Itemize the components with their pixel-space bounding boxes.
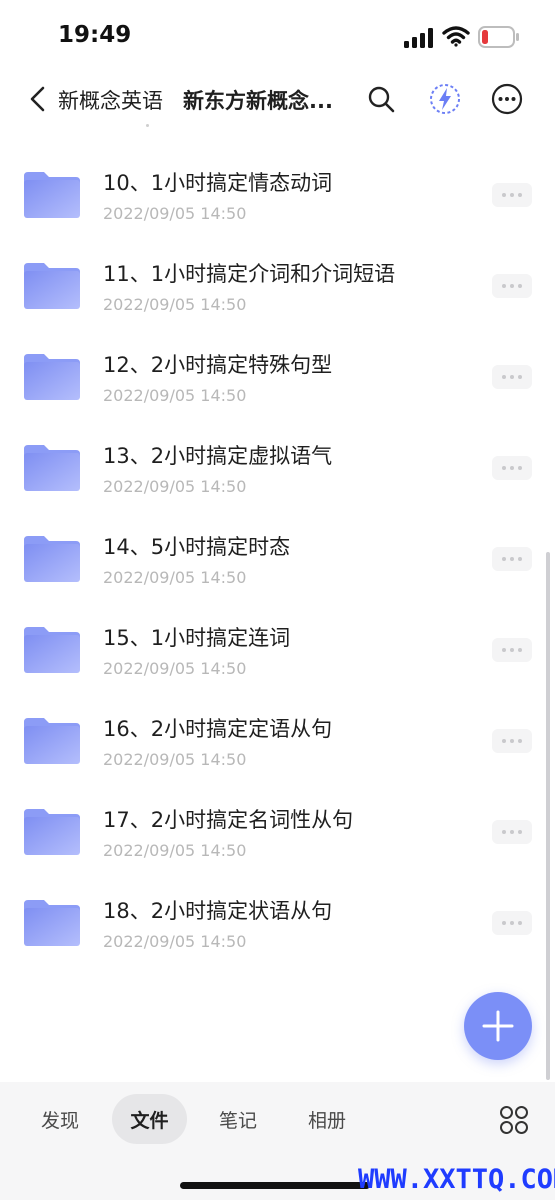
dot-icon [510,921,514,925]
dot-icon [510,830,514,834]
file-date: 2022/09/05 14:50 [103,841,247,860]
search-icon[interactable] [366,84,398,116]
folder-icon [24,900,80,946]
file-name: 15、1小时搞定连词 [103,626,291,650]
plus-icon [482,1010,514,1042]
file-date: 2022/09/05 14:50 [103,932,247,951]
status-time: 19:49 [58,22,132,48]
dot-icon [502,375,506,379]
dot-icon [502,739,506,743]
dot-icon [510,648,514,652]
file-name: 13、2小时搞定虚拟语气 [103,444,333,468]
file-date: 2022/09/05 14:50 [103,204,247,223]
folder-icon [24,445,80,491]
file-name: 10、1小时搞定情态动词 [103,171,333,195]
row-more-button[interactable] [492,820,532,844]
wifi-icon [442,26,470,47]
status-bar: 19:49 [0,0,555,70]
dot-icon [502,284,506,288]
file-name: 12、2小时搞定特殊句型 [103,353,333,377]
tab-album[interactable]: 相册 [289,1094,365,1144]
list-item[interactable]: 18、2小时搞定状语从句 2022/09/05 14:50 [0,878,555,969]
dot-icon [510,739,514,743]
apps-grid-icon[interactable] [499,1105,529,1135]
list-item[interactable]: 15、1小时搞定连词 2022/09/05 14:50 [0,605,555,696]
dot-icon [510,193,514,197]
file-name: 11、1小时搞定介词和介词短语 [103,262,396,286]
row-more-button[interactable] [492,365,532,389]
tab-notes[interactable]: 笔记 [200,1094,276,1144]
folder-icon [24,354,80,400]
dot-icon [518,648,522,652]
watermark: WWW.XXTTQ.COM [358,1164,555,1195]
scroll-hint-dot [146,124,149,127]
row-more-button[interactable] [492,638,532,662]
list-item[interactable]: 16、2小时搞定定语从句 2022/09/05 14:50 [0,696,555,787]
row-more-button[interactable] [492,274,532,298]
dot-icon [510,557,514,561]
dot-icon [518,921,522,925]
dot-icon [518,193,522,197]
row-more-button[interactable] [492,729,532,753]
row-more-button[interactable] [492,547,532,571]
file-date: 2022/09/05 14:50 [103,750,247,769]
list-item[interactable]: 12、2小时搞定特殊句型 2022/09/05 14:50 [0,332,555,423]
dot-icon [518,739,522,743]
list-item[interactable]: 13、2小时搞定虚拟语气 2022/09/05 14:50 [0,423,555,514]
file-list: 10、1小时搞定情态动词 2022/09/05 14:50 11、1小时搞定介词… [0,150,555,969]
file-date: 2022/09/05 14:50 [103,477,247,496]
dot-icon [502,830,506,834]
scrollbar[interactable] [546,552,550,1080]
dot-icon [502,648,506,652]
dot-icon [518,557,522,561]
file-date: 2022/09/05 14:50 [103,568,247,587]
row-more-button[interactable] [492,911,532,935]
battery-icon [478,26,519,48]
dot-icon [510,284,514,288]
header-bar: 新概念英语 新东方新概念... [0,70,555,130]
dot-icon [518,830,522,834]
list-item[interactable]: 10、1小时搞定情态动词 2022/09/05 14:50 [0,150,555,241]
breadcrumb-parent-folder[interactable]: 新概念英语 [58,85,163,115]
dot-icon [502,557,506,561]
breadcrumb-current-folder: 新东方新概念... [183,89,333,113]
folder-icon [24,809,80,855]
file-date: 2022/09/05 14:50 [103,659,247,678]
row-more-button[interactable] [492,456,532,480]
dot-icon [510,466,514,470]
file-name: 17、2小时搞定名词性从句 [103,808,354,832]
file-date: 2022/09/05 14:50 [103,295,247,314]
dot-icon [518,375,522,379]
dot-icon [518,466,522,470]
folder-icon [24,263,80,309]
list-item[interactable]: 17、2小时搞定名词性从句 2022/09/05 14:50 [0,787,555,878]
folder-icon [24,172,80,218]
file-name: 18、2小时搞定状语从句 [103,899,333,923]
tab-discover[interactable]: 发现 [22,1094,98,1144]
tab-files[interactable]: 文件 [112,1094,187,1144]
more-options-icon[interactable] [490,82,524,116]
dot-icon [502,193,506,197]
dot-icon [502,921,506,925]
signal-icon [404,28,433,48]
back-icon[interactable] [24,84,52,114]
dot-icon [510,375,514,379]
list-item[interactable]: 14、5小时搞定时态 2022/09/05 14:50 [0,514,555,605]
folder-icon [24,536,80,582]
file-name: 16、2小时搞定定语从句 [103,717,333,741]
list-item[interactable]: 11、1小时搞定介词和介词短语 2022/09/05 14:50 [0,241,555,332]
file-date: 2022/09/05 14:50 [103,386,247,405]
add-button[interactable] [464,992,532,1060]
dot-icon [518,284,522,288]
file-name: 14、5小时搞定时态 [103,535,291,559]
folder-icon [24,718,80,764]
dot-icon [502,466,506,470]
row-more-button[interactable] [492,183,532,207]
home-indicator[interactable] [180,1182,370,1189]
folder-icon [24,627,80,673]
flash-transfer-icon[interactable] [428,82,462,116]
